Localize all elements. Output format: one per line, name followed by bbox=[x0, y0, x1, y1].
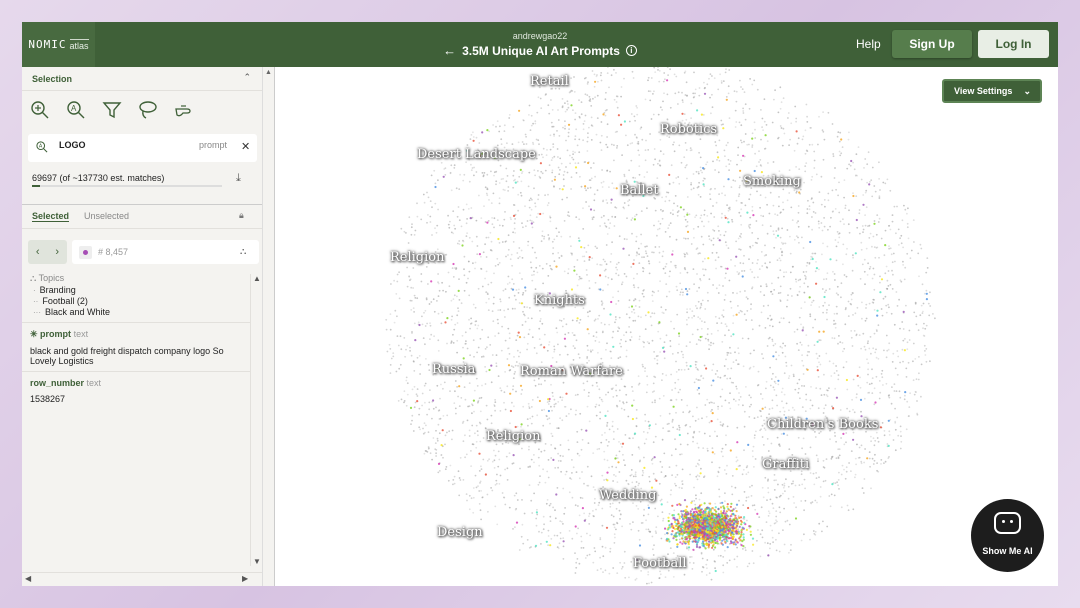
cluster-label[interactable]: Ballet bbox=[620, 183, 659, 198]
field-name: ✳ prompt text bbox=[30, 329, 89, 339]
top-header: NOMIC atlas andrewgao22 ← 3.5M Unique AI… bbox=[22, 22, 1058, 67]
selection-section-header[interactable]: Selection ⌃ bbox=[22, 67, 262, 91]
embedding-map[interactable]: Retail Robotics Desert Landscape Smoking… bbox=[276, 67, 1058, 586]
view-settings-label: View Settings bbox=[954, 86, 1013, 96]
map-title-text: 3.5M Unique AI Art Prompts bbox=[462, 43, 620, 58]
cluster-label[interactable]: Robotics bbox=[660, 122, 717, 137]
scroll-left-icon[interactable]: ◀ bbox=[25, 574, 31, 583]
cluster-label[interactable]: Russia bbox=[432, 362, 475, 377]
record-navigator: ‹ › # 8,457 ⛬ bbox=[28, 240, 259, 266]
cluster-label[interactable]: Retail bbox=[530, 74, 569, 89]
field-prompt: ✳ prompt text black and gold freight dis… bbox=[30, 329, 246, 366]
tab-unselected[interactable]: Unselected bbox=[84, 211, 129, 221]
scroll-right-icon[interactable]: ▶ bbox=[242, 574, 248, 583]
field-value: 1538267 bbox=[30, 394, 66, 404]
search-query-text: LOGO bbox=[59, 140, 86, 150]
scroll-up-icon[interactable]: ▲ bbox=[265, 69, 272, 76]
chevron-right-icon[interactable]: › bbox=[55, 246, 59, 258]
scroll-up-icon[interactable]: ▲ bbox=[253, 274, 261, 283]
scroll-down-icon[interactable]: ▼ bbox=[253, 557, 261, 566]
filter-icon[interactable] bbox=[101, 99, 123, 121]
field-value: black and gold freight dispatch company … bbox=[30, 346, 224, 366]
search-icon: A bbox=[35, 140, 49, 159]
cluster-label[interactable]: Roman Warfare bbox=[520, 364, 623, 379]
svg-text:A: A bbox=[71, 104, 77, 113]
sidebar-scrollbar[interactable]: ▲ bbox=[263, 67, 275, 586]
selection-sidebar: Selection ⌃ A A LOGO prompt ✕ 69697 (of … bbox=[22, 67, 263, 586]
show-me-ai-label: Show Me AI bbox=[982, 546, 1033, 556]
cluster-label[interactable]: Desert Landscape bbox=[417, 147, 536, 162]
topics-label: ⛬ Topics bbox=[30, 273, 65, 283]
topic-tree-icon: ⛬ bbox=[30, 273, 39, 283]
divider bbox=[22, 371, 250, 372]
divider bbox=[22, 322, 250, 323]
robot-icon bbox=[994, 512, 1021, 534]
close-icon[interactable]: ✕ bbox=[241, 140, 250, 153]
search-icon[interactable]: A bbox=[65, 99, 87, 121]
cluster-label[interactable]: Smoking bbox=[743, 174, 801, 189]
panel-scrollbar[interactable]: ▲ ▼ bbox=[250, 274, 262, 566]
download-icon[interactable]: ⤓ bbox=[236, 172, 241, 185]
tab-selected[interactable]: Selected bbox=[32, 211, 70, 222]
cluster-label[interactable]: Religion bbox=[486, 429, 540, 444]
record-color-dot bbox=[79, 246, 92, 259]
field-row-number: row_number text 1538267 bbox=[30, 378, 246, 404]
cluster-label[interactable]: Design bbox=[437, 525, 483, 540]
cluster-label[interactable]: Knights bbox=[534, 293, 585, 308]
tree-icon[interactable]: ⛬ bbox=[240, 246, 246, 257]
point-cloud[interactable] bbox=[276, 67, 1058, 586]
show-me-ai-badge[interactable]: Show Me AI bbox=[971, 499, 1044, 572]
info-icon[interactable]: i bbox=[625, 45, 637, 56]
sign-up-button[interactable]: Sign Up bbox=[892, 30, 972, 58]
match-progress-bar bbox=[32, 185, 222, 187]
cluster-label[interactable]: Children's Books bbox=[767, 417, 878, 432]
selection-toolbar: A bbox=[22, 95, 262, 125]
field-name: row_number text bbox=[30, 378, 102, 388]
record-id: # 8,457 bbox=[98, 247, 129, 257]
selection-title: Selection bbox=[32, 74, 73, 84]
match-count: 69697 (of ~137730 est. matches) bbox=[32, 173, 165, 183]
help-link[interactable]: Help bbox=[856, 37, 881, 51]
cluster-label[interactable]: Football bbox=[633, 556, 687, 571]
chevron-down-icon: ⌄ bbox=[1023, 86, 1031, 96]
back-arrow-icon[interactable]: ← bbox=[443, 43, 456, 58]
topic-item[interactable]: ··· Black and White bbox=[33, 307, 250, 317]
horizontal-scrollbar[interactable]: ◀ ▶ bbox=[22, 572, 262, 584]
cluster-label[interactable]: Wedding bbox=[599, 488, 657, 503]
hand-pointer-icon[interactable] bbox=[173, 99, 195, 121]
lock-icon[interactable]: 🔒︎ bbox=[239, 210, 244, 221]
sparkle-icon: ✳ bbox=[30, 329, 41, 339]
cluster-label[interactable]: Graffiti bbox=[762, 457, 809, 472]
record-id-box[interactable]: # 8,457 ⛬ bbox=[72, 240, 259, 264]
match-progress-fill bbox=[32, 185, 40, 187]
cluster-label[interactable]: Religion bbox=[390, 250, 444, 265]
view-settings-button[interactable]: View Settings ⌄ bbox=[942, 79, 1042, 103]
topic-item[interactable]: · Branding bbox=[33, 285, 250, 295]
zoom-in-icon[interactable] bbox=[29, 99, 51, 121]
search-field-name: prompt bbox=[199, 140, 228, 150]
map-title: ← 3.5M Unique AI Art Prompts i bbox=[443, 43, 637, 58]
selection-tabs: Selected Unselected 🔒︎ bbox=[22, 205, 262, 229]
lasso-icon[interactable] bbox=[137, 99, 159, 121]
topic-item[interactable]: ·· Football (2) bbox=[33, 296, 250, 306]
log-in-button[interactable]: Log In bbox=[978, 30, 1049, 58]
app-window: NOMIC atlas andrewgao22 ← 3.5M Unique AI… bbox=[22, 22, 1058, 586]
record-pager: ‹ › bbox=[28, 240, 67, 264]
search-query-box[interactable]: A LOGO prompt ✕ bbox=[28, 134, 257, 162]
chevron-left-icon[interactable]: ‹ bbox=[36, 246, 40, 258]
chevron-up-icon[interactable]: ⌃ bbox=[243, 72, 251, 83]
topics-list: ⛬ Topics · Branding ·· Football (2) ··· Bla… bbox=[30, 273, 250, 317]
